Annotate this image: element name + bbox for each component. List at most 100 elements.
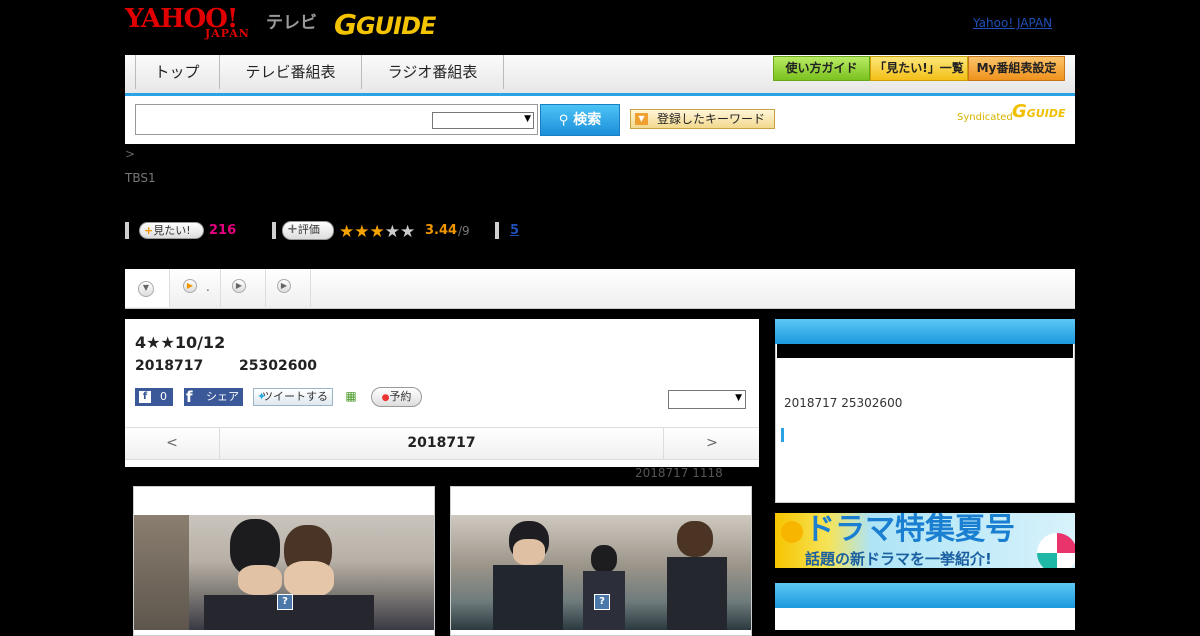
facebook-share-button[interactable]: f シェア (184, 388, 243, 406)
review-count-link[interactable]: 5 (510, 223, 519, 238)
program-photo[interactable]: ? (134, 515, 434, 630)
star-empty-icon: ★ (400, 222, 416, 242)
syndicated-text: Syndicated (957, 112, 1013, 123)
parasol-icon (1037, 533, 1075, 568)
program-photo[interactable]: ? (451, 515, 751, 630)
star-empty-icon: ★ (384, 222, 400, 242)
photo-person-shape (591, 545, 617, 573)
tab-1[interactable]: ▼ (125, 269, 170, 307)
plus-icon: + (144, 224, 154, 237)
photo-face-shape (284, 561, 334, 597)
mitai-button[interactable]: +見たい! (139, 222, 204, 239)
tab-3[interactable]: ▶ (221, 269, 266, 307)
banner-title: ドラマ特集夏号 (805, 512, 1015, 547)
side-panel-2-header (775, 583, 1075, 608)
reserve-label: 予約 (389, 390, 412, 403)
tweet-button[interactable]: ✦ ツイートする (253, 388, 333, 406)
program-title: 4★★10/12 (135, 333, 226, 352)
search-icon: ⚲ (558, 113, 569, 128)
tab-4[interactable]: ▶ (266, 269, 311, 307)
banner-subtitle: 話題の新ドラマを一挙紹介! (805, 550, 992, 568)
side-panel-header (775, 319, 1075, 344)
tv-logo-text: テレビ (266, 13, 317, 33)
photo-uniform-shape (493, 565, 563, 630)
watchlist-button[interactable]: 「見たい!」一覧 (870, 56, 968, 81)
chevron-down-icon: ▼ (524, 114, 531, 124)
rating-stars: ★★★★★ (339, 222, 415, 241)
program-tabs: ▼ ▶ . ▶ ▶ (125, 269, 1075, 309)
program-time: 25302600 (239, 358, 317, 374)
help-icon[interactable]: ? (277, 594, 293, 610)
search-category-select[interactable]: ▼ (432, 112, 534, 129)
side-air-time: 2018717 25302600 (784, 396, 903, 410)
plus-icon: + (287, 222, 298, 237)
guide-button[interactable]: 使い方ガイド (773, 56, 870, 81)
next-day-button[interactable]: > (663, 428, 760, 459)
nav-tab-radio-listings[interactable]: ラジオ番組表 (362, 55, 504, 89)
yahoo-japan-link[interactable]: Yahoo! JAPAN (973, 16, 1052, 30)
side-accent-bar (781, 428, 784, 442)
calendar-add-icon[interactable]: ▦ (343, 388, 359, 404)
rate-label: 評価 (297, 223, 320, 236)
main-navbar: トップ テレビ番組表 ラジオ番組表 使い方ガイド 「見たい!」一覧 My番組表設… (125, 55, 1075, 97)
photo-face-shape (513, 539, 545, 565)
search-button-label: 検索 (573, 112, 602, 128)
mitai-count: 216 (209, 223, 237, 238)
facebook-like-button[interactable]: f 0 (135, 388, 173, 406)
mitai-label: 見たい! (153, 224, 191, 237)
play-icon: ▶ (277, 279, 291, 293)
facebook-icon: f (186, 388, 193, 406)
chevron-down-icon: ▼ (635, 113, 648, 125)
help-icon[interactable]: ? (594, 594, 610, 610)
tab-2-label: . (206, 280, 210, 294)
chevron-down-icon: ▼ (735, 393, 742, 403)
play-icon: ▶ (183, 279, 197, 293)
channel-name: TBS1 (125, 171, 156, 185)
gguide-g-icon: G (1012, 101, 1027, 122)
program-date: 2018717 (135, 358, 204, 374)
syndicated-gguide-logo: GGUIDE (1012, 101, 1065, 122)
gguide-logo-text: GUIDE (355, 12, 436, 40)
tweet-label: ツイートする (262, 390, 328, 403)
breadcrumb[interactable]: > (125, 147, 135, 161)
search-button[interactable]: ⚲ 検索 (540, 104, 620, 136)
saved-keywords-button[interactable]: ▼ 登録したキーワード (630, 109, 775, 129)
sun-icon (781, 521, 803, 543)
previous-day-button[interactable]: < (125, 428, 220, 459)
facebook-like-count: 0 (160, 390, 167, 403)
rate-button[interactable]: +評価 (282, 221, 334, 240)
current-day-label: 2018717 (407, 435, 476, 451)
photo-card[interactable]: ? (133, 486, 435, 636)
star-filled-icon: ★ (354, 222, 370, 242)
photo-person-shape (677, 521, 713, 557)
photo-card[interactable]: ? (450, 486, 752, 636)
my-schedule-button[interactable]: My番組表設定 (968, 56, 1065, 81)
star-filled-icon: ★ (369, 222, 385, 242)
gguide-g-icon: G (334, 8, 357, 41)
star-filled-icon: ★ (339, 222, 355, 242)
facebook-share-label: シェア (206, 390, 239, 403)
gguide-logo[interactable]: GGUIDE (334, 8, 436, 41)
divider (495, 222, 499, 239)
photo-uniform-shape (667, 557, 727, 630)
rating-value: 3.44 (425, 223, 458, 238)
twitter-bird-icon: ✦ (257, 390, 267, 403)
update-timestamp: 2018717 1118 (635, 466, 723, 480)
divider (272, 222, 276, 239)
rating-max: /9 (458, 224, 470, 238)
tab-2[interactable]: ▶ . (170, 269, 221, 307)
program-action-select[interactable]: ▼ (668, 390, 746, 409)
nav-tab-tv-listings[interactable]: テレビ番組表 (220, 55, 362, 89)
chevron-down-icon: ▼ (138, 281, 154, 297)
reserve-button[interactable]: ●予約 (371, 387, 422, 407)
play-icon: ▶ (232, 279, 246, 293)
divider (125, 222, 129, 239)
syndicated-logo-text: GUIDE (1026, 107, 1066, 120)
facebook-icon: f (139, 391, 151, 403)
day-navigation: < 2018717 > (125, 427, 759, 460)
yahoo-japan-text: JAPAN (205, 27, 250, 40)
photo-face-shape (238, 565, 282, 595)
saved-keywords-label: 登録したキーワード (657, 112, 766, 126)
nav-tab-top[interactable]: トップ (135, 55, 220, 89)
side-panel-title-bar (777, 344, 1073, 358)
